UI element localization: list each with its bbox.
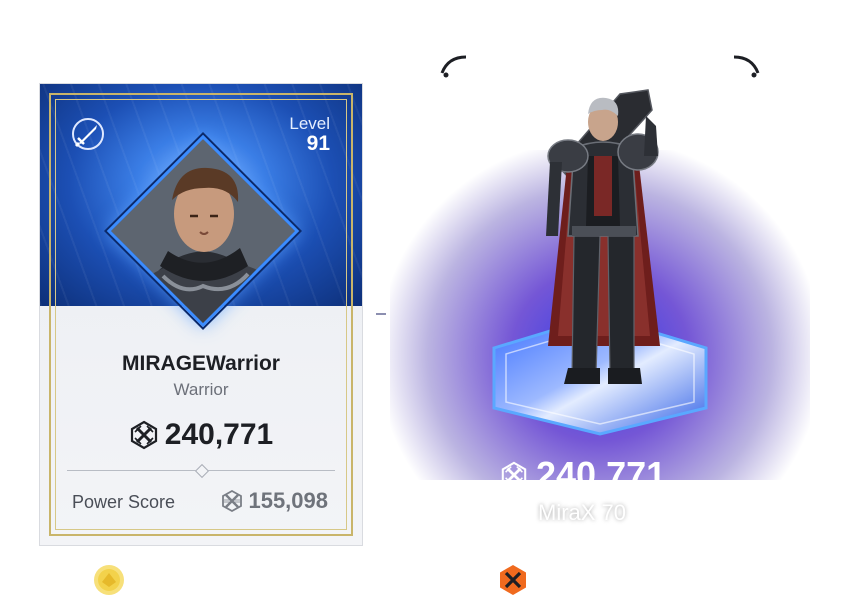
combat-power-value: 240,771: [164, 418, 274, 451]
legend-item-right: [496, 563, 712, 597]
scene-combat-power-value: 240,771: [536, 454, 667, 495]
level-label: Level: [289, 114, 330, 133]
character-card[interactable]: Level 91 MIRAGEWarrior Warrior 240,771 P…: [40, 84, 362, 545]
corner-bracket-right-icon: [733, 55, 760, 78]
power-score-value: 155,098: [248, 488, 328, 513]
character-class: Warrior: [173, 380, 229, 399]
power-score-label: Power Score: [72, 492, 176, 512]
crossed-swords-icon: [130, 420, 157, 450]
warrior-character-figure: [546, 89, 660, 384]
combat-power-row: 240,771: [40, 418, 362, 452]
legend-label-right-redacted: [540, 570, 712, 590]
level-value: 91: [306, 132, 330, 155]
warrior-portrait-image: [107, 136, 298, 326]
scene-label: MiraX 70: [538, 500, 627, 525]
crossed-swords-icon: [501, 461, 527, 489]
gold-token-icon: [94, 565, 124, 595]
power-score-icon: [222, 489, 243, 513]
corner-bracket-left-icon: [440, 55, 467, 78]
scene-combat-power-row: 240,771: [500, 454, 666, 496]
divider-diamond: [194, 463, 210, 479]
warrior-sword-icon: [72, 118, 104, 150]
orange-cross-icon: [500, 565, 526, 595]
character-portrait: [106, 134, 300, 328]
portrait-frame: [106, 134, 300, 328]
legend-item-left: [92, 563, 312, 597]
power-score-row: 155,098: [220, 488, 328, 514]
character-name: MIRAGEWarrior: [122, 352, 280, 375]
legend-label-left-redacted: [136, 570, 312, 590]
